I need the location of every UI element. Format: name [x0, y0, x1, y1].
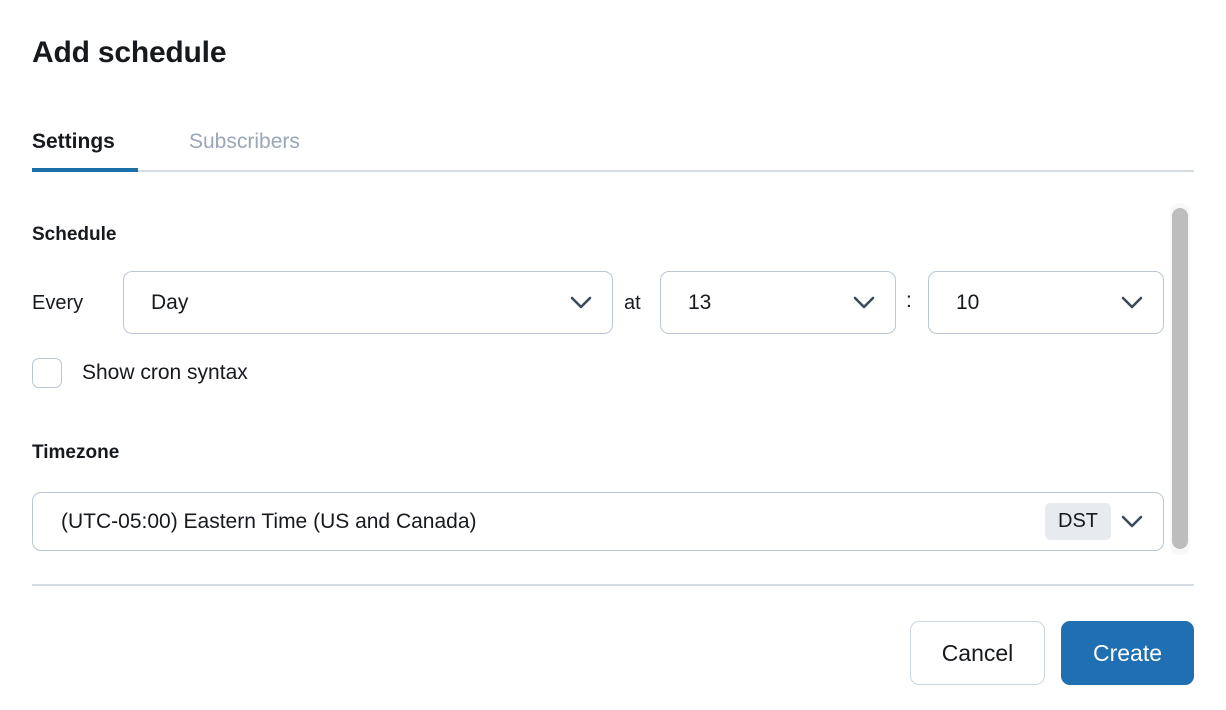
- add-schedule-dialog: Add schedule Settings Subscribers Schedu…: [0, 0, 1226, 710]
- footer-divider: [32, 584, 1194, 586]
- settings-panel: Schedule Every Day at 13 : 10 Show cron …: [0, 196, 1226, 571]
- timezone-select-value: (UTC-05:00) Eastern Time (US and Canada): [61, 509, 477, 533]
- show-cron-syntax-row[interactable]: Show cron syntax: [32, 356, 248, 390]
- tab-active-indicator: [32, 168, 138, 172]
- scrollbar-thumb[interactable]: [1172, 208, 1188, 549]
- tab-baseline: [32, 170, 1194, 172]
- timezone-select[interactable]: (UTC-05:00) Eastern Time (US and Canada)…: [32, 492, 1164, 551]
- tab-settings[interactable]: Settings: [32, 125, 115, 159]
- hour-select[interactable]: 13: [660, 271, 896, 334]
- show-cron-syntax-checkbox[interactable]: [32, 358, 62, 388]
- chevron-down-icon: [566, 288, 596, 318]
- chevron-down-icon: [1117, 507, 1147, 537]
- chevron-down-icon: [849, 288, 879, 318]
- minute-select-value: 10: [956, 290, 980, 314]
- at-label: at: [624, 292, 641, 314]
- hour-select-value: 13: [688, 290, 712, 314]
- create-button[interactable]: Create: [1061, 621, 1194, 685]
- time-separator: :: [906, 289, 912, 312]
- cancel-button[interactable]: Cancel: [910, 621, 1045, 685]
- page-title: Add schedule: [32, 36, 227, 69]
- tab-bar: Settings Subscribers: [32, 125, 1194, 175]
- dst-badge: DST: [1045, 503, 1111, 540]
- show-cron-syntax-label: Show cron syntax: [82, 361, 248, 384]
- minute-select[interactable]: 10: [928, 271, 1164, 334]
- chevron-down-icon: [1117, 288, 1147, 318]
- frequency-select-value: Day: [151, 290, 189, 314]
- timezone-section-heading: Timezone: [32, 442, 120, 463]
- tab-subscribers[interactable]: Subscribers: [189, 125, 300, 159]
- every-label: Every: [32, 292, 84, 314]
- schedule-section-heading: Schedule: [32, 224, 117, 245]
- frequency-select[interactable]: Day: [123, 271, 613, 334]
